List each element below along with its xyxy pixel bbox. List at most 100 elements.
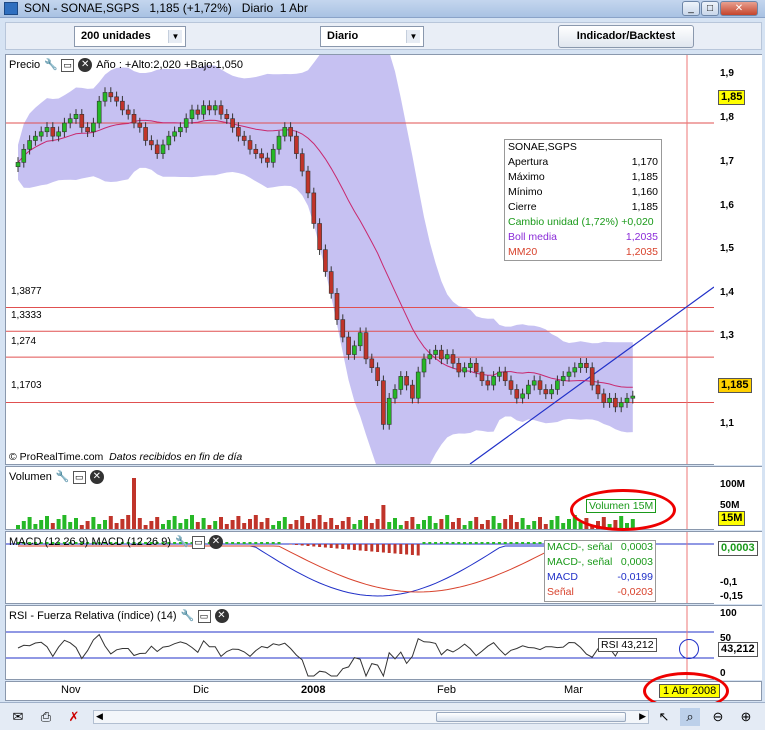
window-icon[interactable]: ▭	[197, 609, 211, 623]
volume-bar	[62, 515, 67, 529]
volume-bar	[404, 521, 409, 529]
macd-histogram-bar	[260, 542, 264, 544]
close-icon[interactable]: ✕	[89, 470, 104, 484]
candle-body	[444, 354, 450, 360]
ohlc-boll: Boll media 1,2035	[508, 231, 658, 243]
y-tick: 100M	[720, 479, 746, 490]
mail-icon[interactable]: ✉	[8, 708, 28, 726]
candle-body	[166, 135, 172, 146]
volume-bar	[149, 521, 154, 529]
x-tick: Mar	[564, 684, 583, 696]
candle-body	[468, 362, 473, 368]
zoom-tool-icon[interactable]: ⌕	[680, 708, 700, 726]
candle-body	[91, 122, 96, 133]
candle-body	[607, 397, 612, 403]
macd-histogram-bar	[231, 542, 235, 544]
y-tick: 1,8	[720, 112, 734, 123]
volume-bar	[79, 525, 84, 529]
wrench-icon[interactable]: 🔧	[181, 610, 195, 623]
volume-bar	[306, 523, 310, 529]
macd-histogram-bar	[428, 542, 432, 544]
wrench-icon[interactable]: 🔧	[175, 536, 189, 549]
hline-label: 1,3877	[11, 286, 42, 297]
rsi-panel-label: RSI - Fuerza Relativa (índice) (14)	[9, 610, 177, 622]
volume-bar	[207, 525, 212, 529]
price-y-axis: 1,9 1,8 1,7 1,6 1,5 1,4 1,3 1,1 1,85 1,1…	[714, 54, 762, 465]
volume-bar	[190, 515, 194, 529]
volume-bar	[335, 525, 339, 529]
minimize-button[interactable]: _	[682, 1, 700, 16]
print-icon[interactable]: ⎙	[36, 708, 56, 726]
close-button[interactable]: ✕	[720, 1, 758, 16]
candle-body	[294, 135, 299, 154]
candle-body	[207, 105, 212, 111]
candle-body	[491, 376, 496, 386]
wrench-icon[interactable]: 🔧	[44, 59, 58, 72]
wrench-icon[interactable]: 🔧	[56, 471, 70, 484]
volume-bar	[503, 519, 508, 529]
cursor-icon[interactable]: ↖	[654, 708, 674, 726]
zoom-in-icon[interactable]: ⊕	[736, 708, 756, 726]
macd-histogram-bar	[434, 542, 438, 544]
volume-bar	[16, 525, 20, 529]
indicator-backtest-button[interactable]: Indicador/Backtest	[558, 25, 694, 48]
candle-body	[160, 144, 166, 154]
macd-histogram-bar	[242, 542, 246, 544]
volume-bar	[474, 517, 479, 529]
x-tick: 2008	[301, 684, 326, 696]
volume-bar	[375, 519, 380, 529]
volume-bar	[97, 524, 102, 529]
candle-body	[21, 148, 27, 163]
zoom-out-icon[interactable]: ⊖	[708, 708, 728, 726]
candle-body	[323, 249, 328, 272]
macd-histogram-bar	[312, 544, 316, 547]
chevron-down-icon: ▼	[168, 30, 182, 43]
candle-body	[584, 362, 589, 368]
candle-body	[334, 293, 340, 320]
macd-histogram-bar	[225, 542, 229, 544]
close-icon[interactable]: ✕	[214, 609, 229, 623]
candle-body	[253, 148, 259, 154]
chevron-down-icon: ▼	[406, 30, 420, 43]
ohlc-row: Cierre 1,185	[508, 201, 658, 213]
macd-histogram-bar	[445, 542, 449, 544]
rsi-tag: 43,212	[718, 642, 758, 657]
candle-body	[450, 354, 456, 364]
candle-body	[236, 127, 241, 137]
volume-bar	[462, 525, 467, 529]
candle-body	[38, 131, 44, 137]
volume-bar	[300, 516, 305, 529]
volume-bar	[91, 517, 96, 529]
candle-body	[108, 92, 114, 98]
close-icon[interactable]: ✕	[78, 58, 93, 72]
volume-bar	[50, 523, 55, 529]
candle-body	[201, 105, 206, 115]
window-icon[interactable]: ▭	[192, 535, 205, 549]
close-icon[interactable]: ✕	[209, 535, 223, 549]
volume-bar	[532, 521, 537, 529]
time-scrollbar[interactable]: ◀ ▶	[93, 710, 649, 724]
title-bar: SON - SONAE,SGPS 1,185 (+1,72%) Diario 1…	[0, 0, 765, 18]
chevron-left-icon[interactable]: ◀	[96, 711, 103, 722]
delete-icon[interactable]: ✗	[64, 708, 84, 726]
scrollbar-thumb[interactable]	[436, 712, 626, 722]
x-tick: Nov	[61, 684, 81, 696]
candle-body	[497, 371, 502, 377]
volume-bar	[288, 524, 293, 529]
rsi-y-axis: 100 50 43,212 0	[714, 605, 762, 680]
window-icon[interactable]: ▭	[72, 470, 86, 484]
macd-histogram-bar	[318, 544, 322, 547]
window-icon[interactable]: ▭	[61, 58, 75, 72]
macd-histogram-bar	[236, 542, 240, 544]
volume-bar	[248, 519, 252, 529]
macd-panel: MACD (12 26 9) MACD (12 26 9) 🔧 ▭ ✕ MACD…	[5, 531, 715, 604]
macd-row: Señal -0,0203	[547, 586, 653, 598]
chevron-right-icon[interactable]: ▶	[639, 711, 646, 722]
candle-body	[224, 114, 230, 119]
volume-bar	[74, 518, 78, 529]
units-select[interactable]: 200 unidades ▼	[74, 26, 186, 47]
macd-histogram-bar	[364, 544, 368, 551]
period-select[interactable]: Diario ▼	[320, 26, 424, 47]
maximize-button[interactable]: □	[701, 1, 719, 16]
volume-bar	[195, 522, 200, 529]
